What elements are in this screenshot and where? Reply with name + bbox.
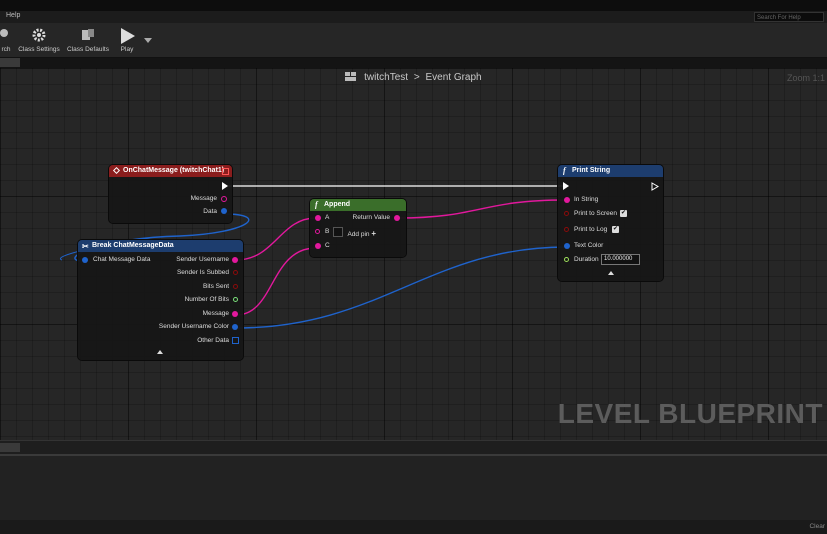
string-wire-username	[235, 217, 317, 261]
pin-a[interactable]	[315, 215, 321, 221]
pin-in-string[interactable]	[564, 197, 570, 203]
pin-other-data-label: Other Data	[197, 337, 229, 344]
play-button[interactable]: Play	[114, 25, 140, 55]
pin-in-string-label: In String	[574, 196, 599, 203]
menu-bar: Help Search For Help	[0, 11, 827, 23]
pin-print-to-log[interactable]	[564, 227, 569, 232]
print-string-node[interactable]: Print String f In String Print to Screen…	[558, 165, 663, 281]
pin-b-value-input[interactable]	[333, 227, 343, 237]
append-node-header: Append f	[310, 199, 406, 211]
print-node-header: Print String f	[558, 165, 663, 177]
duration-input[interactable]: 10.000000	[601, 254, 640, 265]
play-icon	[121, 28, 135, 44]
pin-b-label: B	[325, 228, 330, 235]
function-icon: f	[563, 166, 566, 175]
pin-chat-message-data-input[interactable]	[82, 257, 88, 263]
pin-bits-sent[interactable]	[233, 284, 238, 289]
toolbar: rch Class Settings Class Defaults Play	[0, 23, 827, 58]
play-options-dropdown[interactable]	[142, 25, 154, 55]
exec-input-pin[interactable]	[563, 182, 569, 190]
pin-sender-is-subbed-label: Sender Is Subbed	[176, 269, 229, 276]
gear-icon	[32, 28, 46, 42]
class-defaults-icon	[82, 29, 94, 40]
bottom-tab-handle[interactable]	[0, 443, 20, 452]
pin-text-color-label: Text Color	[574, 242, 604, 249]
function-icon: f	[315, 200, 318, 209]
append-node-title: Append	[324, 201, 351, 208]
pin-number-of-bits-label: Number Of Bits	[184, 296, 229, 303]
pin-print-to-log-label: Print to Log	[574, 226, 608, 233]
search-help-input[interactable]: Search For Help	[754, 12, 824, 22]
print-to-log-checkbox[interactable]: ✔	[612, 226, 619, 233]
pin-chat-message-data-label: Chat Message Data	[93, 256, 151, 263]
exec-output-outline-icon	[651, 182, 659, 191]
menu-item-help[interactable]: Help	[6, 12, 20, 19]
pin-return-value[interactable]	[394, 215, 400, 221]
collapse-arrow-icon[interactable]	[608, 271, 614, 275]
pin-data-label: Data	[203, 208, 217, 215]
event-node-onchatmessage[interactable]: OnChatMessage (twitchChat1) Message Data	[109, 165, 232, 223]
pin-print-to-screen[interactable]	[564, 211, 569, 216]
pin-message-output[interactable]	[232, 311, 238, 317]
print-node-title: Print String	[572, 167, 611, 174]
tab-handle[interactable]	[0, 58, 20, 67]
break-node-title: Break ChatMessageData	[92, 242, 174, 249]
pin-sender-username-color[interactable]	[232, 324, 238, 330]
pin-c-label: C	[325, 242, 330, 249]
search-icon	[0, 29, 8, 37]
pin-message-label: Message	[202, 310, 229, 317]
pin-return-value-label: Return Value	[352, 214, 390, 221]
play-label: Play	[120, 46, 134, 53]
level-blueprint-watermark: LEVEL BLUEPRINT	[557, 398, 823, 429]
delegate-pin-icon[interactable]	[222, 168, 229, 175]
status-bar: Clear	[0, 520, 827, 534]
pin-duration-label: Duration	[574, 256, 599, 263]
event-graph-canvas[interactable]: twitchTest > Event Graph Zoom 1:1 OnChat…	[0, 68, 827, 440]
pin-message[interactable]	[221, 196, 227, 202]
break-struct-icon: ✂	[82, 242, 89, 251]
search-button-label: rch	[1, 46, 11, 53]
pin-sender-username[interactable]	[232, 257, 238, 263]
pin-a-label: A	[325, 214, 330, 221]
pin-print-to-screen-label: Print to Screen	[574, 210, 617, 217]
search-button[interactable]: rch	[0, 25, 12, 55]
class-settings-button[interactable]: Class Settings	[16, 25, 62, 55]
output-log-panel	[0, 454, 827, 522]
pin-sender-is-subbed[interactable]	[233, 270, 238, 275]
chevron-down-icon	[144, 38, 152, 43]
add-pin-label: Add pin	[347, 231, 370, 238]
pin-message-label: Message	[190, 195, 217, 202]
pin-sender-username-color-label: Sender Username Color	[158, 323, 229, 330]
break-node-header: Break ChatMessageData ✂	[78, 240, 243, 252]
pin-sender-username-label: Sender Username	[176, 256, 229, 263]
pin-bits-sent-label: Bits Sent	[202, 283, 229, 290]
window-title-bar	[0, 0, 827, 11]
pin-duration[interactable]	[564, 257, 569, 262]
pin-other-data[interactable]	[232, 337, 239, 344]
event-node-header: OnChatMessage (twitchChat1)	[109, 165, 232, 177]
pin-b[interactable]	[315, 229, 320, 234]
bottom-tab-strip	[0, 440, 827, 455]
color-wire	[235, 246, 567, 329]
append-node[interactable]: Append f A B C Return Value Add pin +	[310, 199, 406, 257]
break-chatmessagedata-node[interactable]: Break ChatMessageData ✂ Chat Message Dat…	[78, 240, 243, 360]
clear-button[interactable]: Clear	[809, 523, 825, 530]
plus-icon: +	[371, 229, 376, 238]
event-diamond-icon	[112, 166, 121, 175]
pin-c[interactable]	[315, 243, 321, 249]
class-settings-label: Class Settings	[18, 46, 60, 53]
pin-text-color[interactable]	[564, 243, 570, 249]
pin-number-of-bits[interactable]	[233, 297, 238, 302]
tab-strip	[0, 58, 827, 68]
add-pin-button[interactable]: Add pin +	[347, 229, 376, 238]
class-defaults-label: Class Defaults	[67, 46, 109, 53]
event-node-title: OnChatMessage (twitchChat1)	[123, 167, 225, 174]
print-to-screen-checkbox[interactable]: ✔	[620, 210, 627, 217]
pin-data[interactable]	[221, 208, 227, 214]
string-wire-return	[397, 199, 567, 219]
exec-output-pin[interactable]	[222, 182, 228, 190]
collapse-arrow-icon[interactable]	[157, 350, 163, 354]
class-defaults-button[interactable]: Class Defaults	[64, 25, 112, 55]
